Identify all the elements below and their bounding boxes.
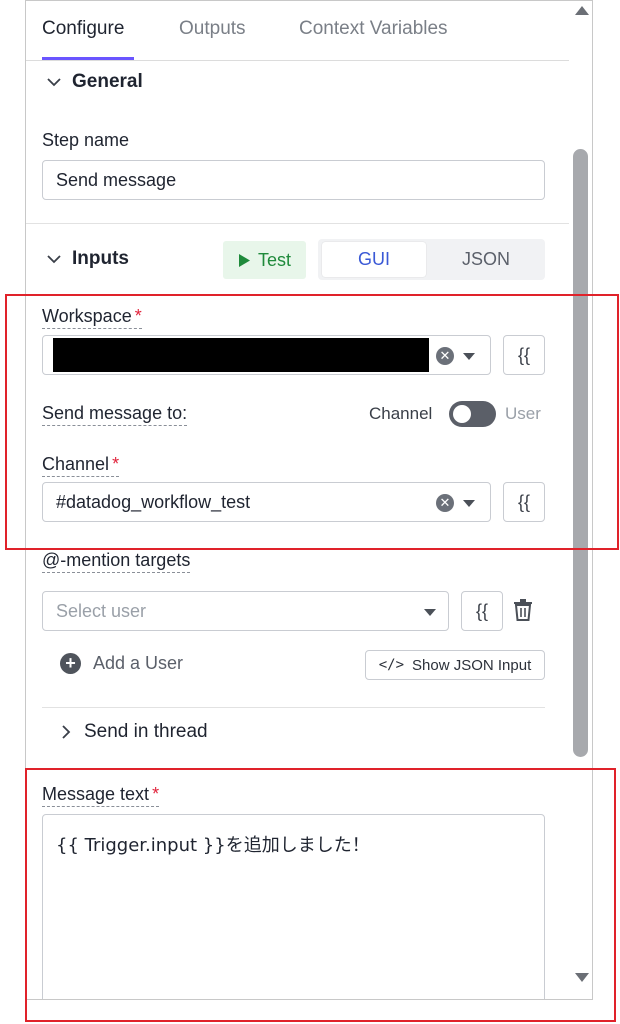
- send-in-thread-label: Send in thread: [84, 721, 208, 742]
- tab-bar: Configure Outputs Context Variables: [26, 1, 569, 61]
- tab-context-variables[interactable]: Context Variables: [299, 18, 448, 40]
- caret-down-icon[interactable]: [463, 353, 475, 360]
- thread-divider: [42, 707, 545, 708]
- clear-icon[interactable]: ✕: [436, 347, 454, 365]
- mode-segmented-control: GUI JSON: [318, 239, 545, 280]
- chevron-right-icon: [62, 725, 71, 739]
- redacted-workspace-value: [53, 338, 429, 372]
- plus-circle-icon: +: [60, 653, 81, 674]
- tab-outputs[interactable]: Outputs: [179, 18, 246, 40]
- general-section-title: General: [72, 71, 143, 92]
- send-to-label: Send message to:: [42, 403, 188, 426]
- section-divider: [26, 223, 569, 224]
- caret-down-icon[interactable]: [424, 609, 436, 616]
- channel-template-button[interactable]: {{: [503, 482, 545, 522]
- channel-label: Channel *: [42, 454, 120, 477]
- clear-icon[interactable]: ✕: [436, 494, 454, 512]
- workspace-label-text: Workspace: [42, 306, 132, 326]
- trash-icon[interactable]: [513, 599, 533, 621]
- inputs-section-title: Inputs: [72, 248, 129, 269]
- channel-select[interactable]: #datadog_workflow_test ✕: [42, 482, 491, 522]
- mentions-select[interactable]: Select user: [42, 591, 449, 631]
- workspace-select[interactable]: ✕: [42, 335, 491, 375]
- add-user-button[interactable]: + Add a User: [60, 653, 183, 674]
- step-name-label: Step name: [42, 130, 130, 150]
- send-to-user-option: User: [505, 404, 541, 423]
- step-name-input[interactable]: Send message: [42, 160, 545, 200]
- toggle-knob: [453, 405, 471, 423]
- test-button[interactable]: Test: [223, 241, 306, 279]
- channel-value: #datadog_workflow_test: [56, 491, 251, 512]
- code-icon: </>: [378, 657, 405, 673]
- message-text-value: {{ Trigger.input }}を追加しました！: [56, 835, 370, 856]
- show-json-label: Show JSON Input: [412, 656, 532, 674]
- general-section-toggle[interactable]: General: [46, 71, 143, 93]
- mode-gui-button[interactable]: GUI: [322, 242, 426, 277]
- send-to-toggle[interactable]: [449, 401, 496, 427]
- chevron-down-icon: [47, 78, 61, 87]
- send-to-channel-option: Channel: [369, 404, 433, 423]
- workspace-label: Workspace *: [42, 306, 142, 329]
- scrollbar-thumb[interactable]: [573, 149, 588, 757]
- required-marker: *: [152, 784, 160, 804]
- required-marker: *: [134, 306, 142, 326]
- mode-json-button[interactable]: JSON: [430, 242, 542, 277]
- required-marker: *: [112, 454, 120, 474]
- mentions-placeholder: Select user: [56, 600, 147, 621]
- add-user-label: Add a User: [93, 653, 184, 673]
- send-in-thread-toggle[interactable]: Send in thread: [58, 721, 208, 743]
- active-tab-indicator: [42, 57, 134, 60]
- tab-configure[interactable]: Configure: [42, 18, 124, 40]
- scroll-up-arrow-icon[interactable]: [575, 6, 589, 15]
- step-name-value: Send message: [56, 169, 177, 190]
- play-icon: [238, 253, 250, 267]
- mentions-template-button[interactable]: {{: [461, 591, 503, 631]
- scrollbar[interactable]: [569, 1, 592, 999]
- message-text-label-text: Message text: [42, 784, 150, 804]
- inputs-section-toggle[interactable]: Inputs: [46, 248, 129, 270]
- caret-down-icon[interactable]: [463, 500, 475, 507]
- step-config-panel: Configure Outputs Context Variables Gene…: [25, 0, 593, 1000]
- show-json-input-button[interactable]: </> Show JSON Input: [365, 650, 545, 680]
- mentions-label: @-mention targets: [42, 550, 191, 573]
- channel-label-text: Channel: [42, 454, 110, 474]
- message-text-label: Message text *: [42, 784, 160, 807]
- test-button-label: Test: [257, 249, 291, 270]
- chevron-down-icon: [47, 255, 61, 264]
- scroll-down-arrow-icon[interactable]: [575, 973, 589, 982]
- workspace-template-button[interactable]: {{: [503, 335, 545, 375]
- message-text-input[interactable]: {{ Trigger.input }}を追加しました！: [42, 814, 545, 999]
